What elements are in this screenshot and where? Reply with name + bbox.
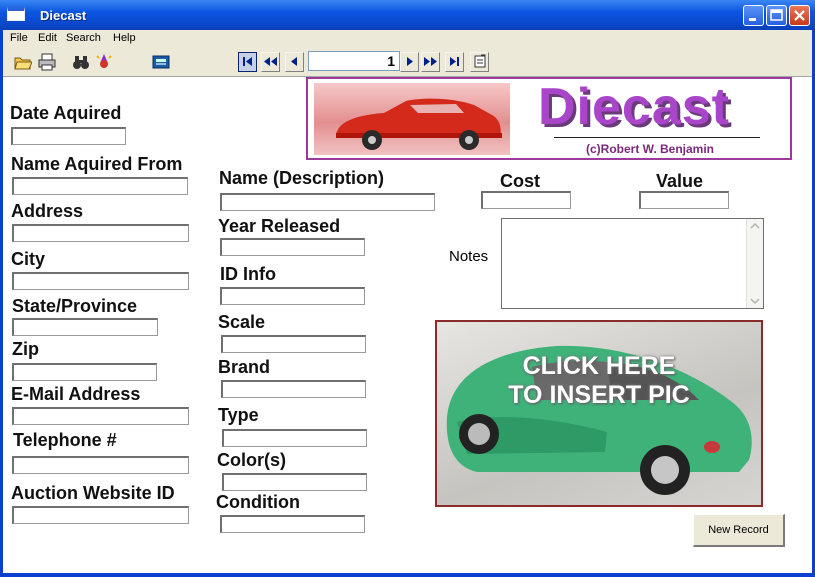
date-acquired-label: Date Aquired [10,103,122,123]
last-record-icon [450,57,459,66]
id-info-label: ID Info [220,264,276,284]
brand-label: Brand [218,357,271,377]
menu-bar: File Edit Search Help [3,30,812,48]
new-record-button[interactable]: New Record [693,514,785,547]
name-acquired-from-field[interactable] [12,177,188,195]
previous-record-button[interactable] [285,52,304,72]
minimize-button[interactable] [743,5,764,26]
condition-field[interactable] [220,515,365,533]
year-released-field[interactable] [220,238,365,256]
notes-scrollbar[interactable] [746,219,763,308]
prev-arrow-icon [291,57,297,66]
last-record-button[interactable] [445,52,464,72]
cost-label: Cost [500,171,540,191]
notes-textarea[interactable] [501,218,764,309]
type-label: Type [218,405,259,425]
scale-label: Scale [218,312,266,332]
zip-label: Zip [12,339,39,359]
fast-forward-icon [424,57,437,66]
next-page-button[interactable] [421,52,440,72]
date-acquired-field[interactable] [11,127,126,145]
year-released-label: Year Released [218,216,341,236]
first-record-button[interactable] [238,52,257,72]
diecast-logo: Diecast [538,78,730,136]
menu-file[interactable]: File [10,32,28,44]
value-label: Value [656,171,704,191]
auction-id-field[interactable] [12,506,189,524]
calculator-icon[interactable] [152,53,170,71]
telephone-field[interactable] [12,456,189,474]
city-field[interactable] [12,272,189,290]
green-car-image [446,345,752,495]
scroll-arrows-icon [750,222,760,305]
close-icon [794,10,805,21]
toolbar: 1 [3,48,812,77]
email-field[interactable] [12,407,189,425]
state-province-label: State/Province [12,296,138,316]
type-field[interactable] [222,429,367,447]
colors-field[interactable] [222,473,367,491]
window-title: Diecast [40,8,87,23]
email-label: E-Mail Address [11,384,141,404]
address-field[interactable] [12,224,189,242]
title-bar[interactable]: Diecast [0,0,815,30]
copyright-text: (c)Robert W. Benjamin [586,142,715,156]
close-button[interactable] [789,5,810,26]
name-description-field[interactable] [220,193,435,211]
cost-field[interactable] [481,191,571,209]
menu-help[interactable]: Help [113,32,136,44]
state-province-field[interactable] [12,318,158,336]
find-binoculars-icon[interactable] [72,53,90,71]
condition-label: Condition [216,492,300,512]
colors-label: Color(s) [217,450,286,470]
new-record-icon [474,54,485,68]
menu-edit[interactable]: Edit [38,32,57,44]
next-record-button[interactable] [400,52,419,72]
notes-label: Notes [449,248,489,265]
brand-field[interactable] [221,380,366,398]
telephone-label: Telephone # [13,430,117,450]
insert-pic-text: TO INSERT PIC [508,381,690,409]
new-record-nav-button[interactable] [470,52,489,72]
rewind-icon [264,57,277,66]
open-folder-icon[interactable] [14,53,33,71]
record-number-input[interactable]: 1 [308,51,400,71]
zip-field[interactable] [12,363,157,381]
maximize-button[interactable] [766,5,787,26]
app-window: Diecast File Edit Search Help 1 Diecast … [0,0,815,577]
click-here-text: CLICK HERE [522,352,676,380]
auction-id-label: Auction Website ID [11,483,175,503]
name-description-label: Name (Description) [219,168,385,188]
city-label: City [11,249,46,269]
address-label: Address [11,201,84,221]
app-window-icon [7,7,25,21]
next-arrow-icon [407,57,413,66]
wizard-icon[interactable] [95,53,113,71]
insert-picture-area[interactable]: CLICK HERE TO INSERT PIC [435,320,763,507]
banner-car-image [314,83,510,155]
value-field[interactable] [639,191,729,209]
form-area: Diecast (c)Robert W. Benjamin Date Aquir… [3,77,812,573]
banner: Diecast (c)Robert W. Benjamin [306,77,792,160]
minimize-icon [749,18,756,21]
banner-divider [554,137,760,138]
name-acquired-from-label: Name Aquired From [11,154,183,174]
maximize-icon [770,9,783,21]
first-record-icon [243,57,252,66]
scale-field[interactable] [221,335,366,353]
menu-search[interactable]: Search [66,32,101,44]
previous-page-button[interactable] [261,52,280,72]
print-icon[interactable] [38,53,56,71]
id-info-field[interactable] [220,287,365,305]
